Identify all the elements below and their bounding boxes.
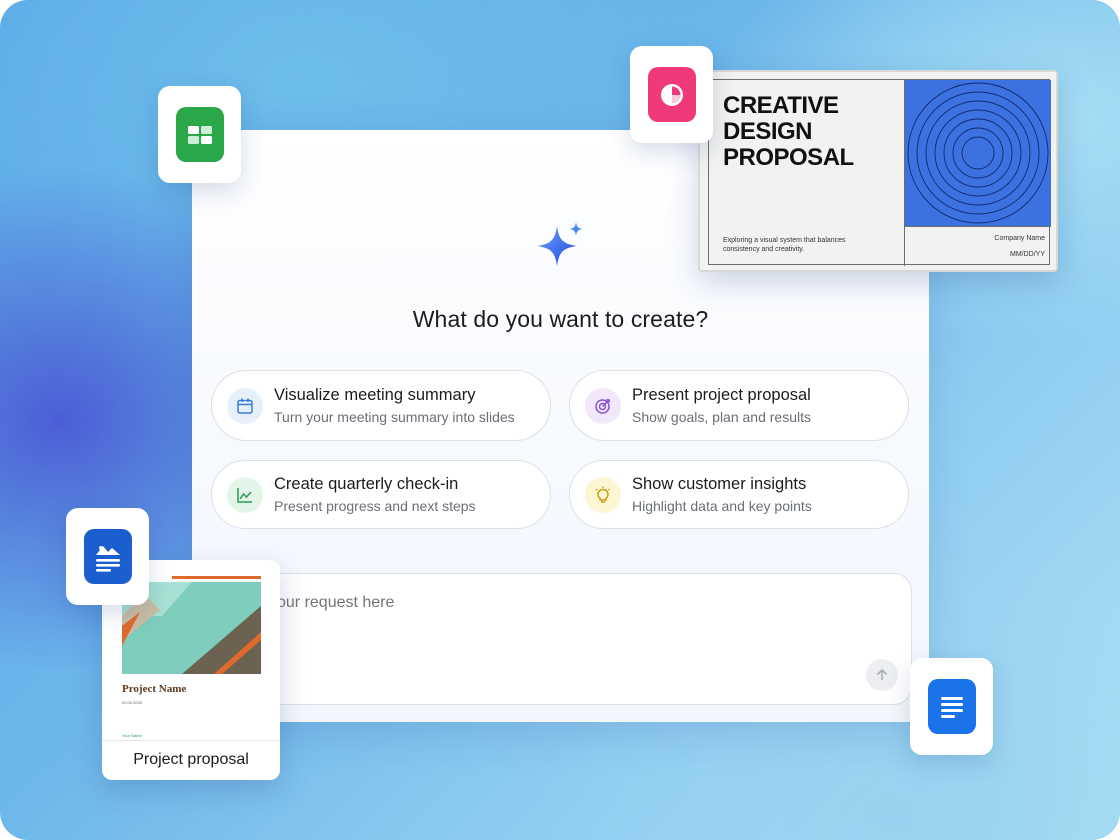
sheets-app-tile[interactable]: [158, 86, 241, 183]
document-lines-icon: [940, 696, 963, 718]
slide-company: Company Name: [994, 235, 1045, 242]
doc-card-label: Project proposal: [102, 740, 280, 780]
suggestion-subtitle: Show goals, plan and results: [632, 408, 811, 425]
sparkle-icon: [537, 222, 583, 266]
suggestion-title: Create quarterly check-in: [274, 474, 459, 493]
docs-image-app-tile[interactable]: [66, 508, 149, 605]
slide-title-line: CREATIVE: [723, 92, 839, 119]
docs-image-app-icon: [83, 529, 132, 584]
lightbulb-icon: [585, 476, 621, 513]
slide-meta: Company Name MM/DD/YY: [904, 227, 1051, 266]
grid-icon: [187, 125, 212, 144]
slide-title: CREATIVE DESIGN PROPOSAL: [723, 93, 903, 171]
suggestion-present-project-proposal[interactable]: Present project proposal Show goals, pla…: [569, 370, 909, 441]
concentric-circles-graphic: [904, 80, 1051, 227]
arrow-up-icon: [876, 668, 888, 680]
slide-title-line: PROPOSAL: [723, 144, 854, 171]
suggestion-title: Present project proposal: [632, 385, 811, 404]
sheets-app-icon: [175, 107, 224, 162]
doc-project-name: Project Name: [122, 683, 187, 695]
docs-app-icon: [927, 679, 976, 734]
suggestion-create-quarterly-check-in[interactable]: Create quarterly check-in Present progre…: [211, 460, 551, 529]
send-button[interactable]: [866, 659, 898, 691]
slide-title-line: DESIGN: [723, 118, 813, 145]
request-box: [264, 573, 912, 705]
suggestion-show-customer-insights[interactable]: Show customer insights Highlight data an…: [569, 460, 909, 529]
background-canvas: What do you want to create? Visualize me…: [0, 0, 1120, 840]
calendar-icon: [227, 387, 263, 424]
suggestion-visualize-meeting-summary[interactable]: Visualize meeting summary Turn your meet…: [211, 370, 551, 441]
suggestion-title: Visualize meeting summary: [274, 385, 476, 404]
doc-owner: Your Name: [122, 733, 142, 738]
docs-app-tile[interactable]: [910, 658, 993, 755]
proposal-slide-preview[interactable]: CREATIVE DESIGN PROPOSAL Exploring a vis…: [698, 70, 1058, 272]
chart-line-icon: [227, 476, 263, 513]
request-input[interactable]: [277, 594, 777, 612]
slides-app-tile[interactable]: [630, 46, 713, 143]
doc-date: 00.00.2000: [122, 700, 143, 705]
slide-date: MM/DD/YY: [1010, 251, 1045, 258]
slides-app-icon: [647, 67, 696, 122]
page-title: What do you want to create?: [412, 306, 709, 332]
target-icon: [585, 387, 621, 424]
suggestion-subtitle: Highlight data and key points: [632, 497, 812, 514]
slide-description: Exploring a visual system that balances …: [723, 237, 846, 253]
document-image-icon: [95, 545, 120, 572]
suggestion-subtitle: Present progress and next steps: [274, 497, 476, 514]
suggestion-subtitle: Turn your meeting summary into slides: [274, 408, 515, 425]
pie-chart-icon: [660, 83, 683, 106]
suggestion-title: Show customer insights: [632, 474, 807, 493]
